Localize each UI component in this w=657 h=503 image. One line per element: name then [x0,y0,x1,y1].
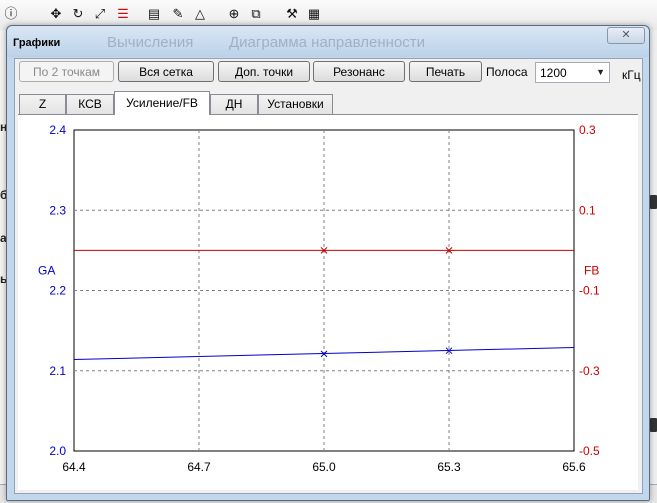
background-right-mark [650,418,657,432]
band-value: 1200 [540,66,567,80]
extra-points-button[interactable]: Доп. точки [218,61,310,82]
y-tick-label: 2.3 [49,203,66,217]
background-right-mark [650,195,657,209]
chart-panel: 64.4 64.7 65.0 65.3 65.6 2.0 -0.5 2.1 -0.3 2.2 -0.… [18,115,638,490]
tab-settings[interactable]: Установки [258,94,333,114]
full-grid-button[interactable]: Вся сетка [118,61,214,82]
tab-pattern[interactable]: ДН [210,94,258,114]
y2-tick-label: -0.1 [579,284,600,298]
print-button[interactable]: Печать [409,61,482,82]
tab-gain-fb[interactable]: Усиление/FB [114,91,210,115]
y-tick-label: 2.2 [49,284,66,298]
calculator-icon[interactable]: ▦ [306,6,322,22]
band-select[interactable]: 1200 ▼ [535,62,610,83]
resonance-button[interactable]: Резонанс [313,61,405,82]
x-tick-label: 65.6 [562,460,586,474]
two-points-button[interactable]: По 2 точкам [19,61,114,82]
y2-tick-label: -0.3 [579,364,600,378]
window-client: По 2 точкам Вся сетка Доп. точки Резонан… [14,58,643,494]
target-icon[interactable]: ⊕ [226,6,242,22]
gain-fb-chart: 64.4 64.7 65.0 65.3 65.6 2.0 -0.5 2.1 -0.3 2.2 -0.… [38,123,600,474]
x-tick-label: 65.3 [437,460,461,474]
band-label: Полоса [486,65,528,79]
title-bar[interactable]: Графики Вычисления Диаграмма направленно… [7,26,649,57]
chevron-down-icon: ▼ [596,67,605,77]
close-icon: ✕ [621,29,631,41]
tab-z[interactable]: Z [19,94,66,114]
triangle-icon[interactable]: △ [192,6,208,22]
rotate-icon[interactable]: ↻ [70,6,86,22]
background-title-ghost: Вычисления [107,34,194,51]
band-unit: кГц [622,68,641,82]
y2-axis-label: FB [584,263,599,277]
page-icon[interactable]: ▤ [146,6,162,22]
tools-icon[interactable]: ⚒ [284,6,300,22]
graphs-window: Графики Вычисления Диаграмма направленно… [6,25,650,501]
align-icon[interactable]: ☰ [115,6,131,22]
info-icon[interactable]: ⓘ [3,6,19,22]
y-tick-label: 2.1 [49,364,66,378]
resize-icon[interactable]: ⤢ [92,6,108,22]
y2-tick-label: 0.1 [579,203,596,217]
background-title-ghost: Диаграмма направленности [229,34,425,51]
close-button[interactable]: ✕ [607,27,645,44]
x-tick-label: 64.7 [187,460,211,474]
x-tick-label: 64.4 [62,460,86,474]
y-axis-label: GA [38,263,55,277]
x-tick-label: 65.0 [312,460,336,474]
y-tick-label: 2.4 [49,123,66,137]
y2-tick-label: 0.3 [579,123,596,137]
tab-swr[interactable]: КСВ [66,94,114,114]
copy-icon[interactable]: ⧉ [248,6,264,22]
pen-icon[interactable]: ✎ [170,6,186,22]
move-icon[interactable]: ✥ [48,6,64,22]
y2-tick-label: -0.5 [579,444,600,458]
window-title: Графики [13,37,61,49]
y-tick-label: 2.0 [49,444,66,458]
